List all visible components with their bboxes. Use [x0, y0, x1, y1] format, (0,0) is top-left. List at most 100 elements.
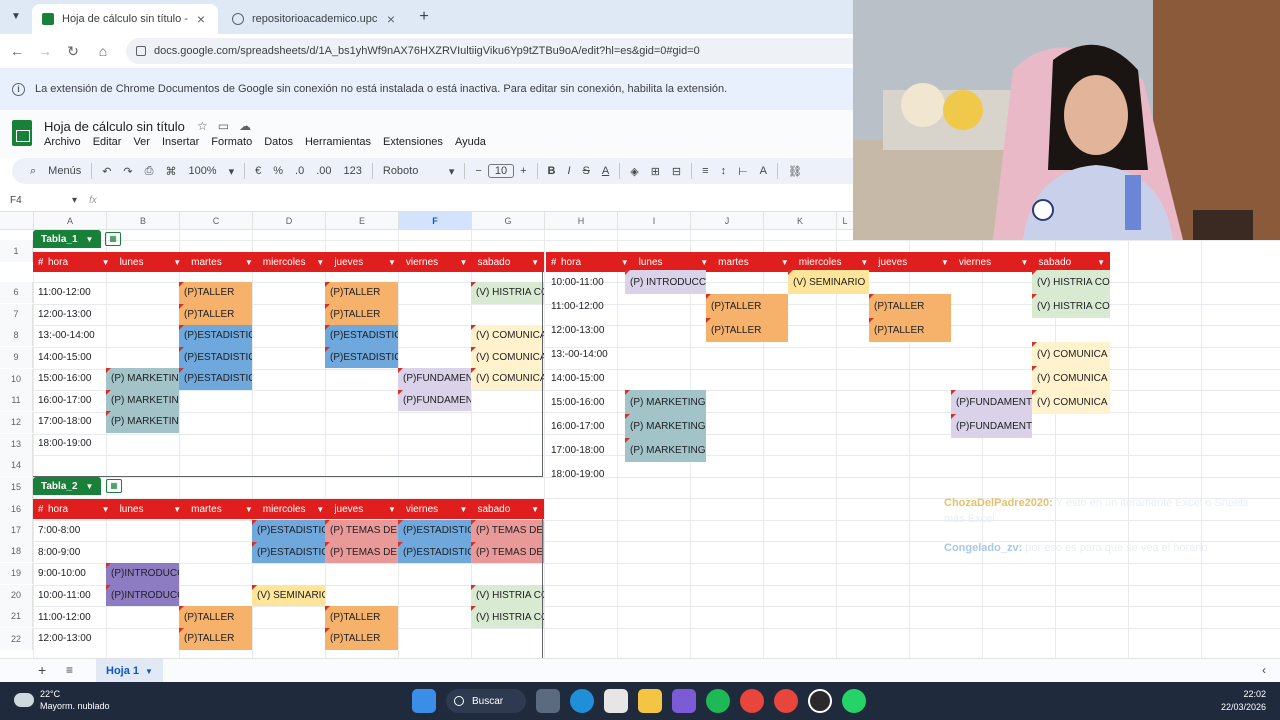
table-header-jueves[interactable]: jueves ▼: [329, 252, 401, 272]
print-icon[interactable]: ⎙: [139, 165, 160, 178]
chevron-down-icon[interactable]: ▼: [173, 505, 181, 514]
row-header[interactable]: 17: [0, 520, 33, 541]
decrease-font-size-icon[interactable]: −: [469, 165, 487, 177]
table-header-hora[interactable]: hora ▼: [556, 252, 634, 272]
chevron-down-icon[interactable]: ▼: [1020, 258, 1028, 267]
table-header-martes[interactable]: martes ▼: [713, 252, 794, 272]
chevron-down-icon[interactable]: ▼: [173, 258, 181, 267]
vertical-align-icon[interactable]: ↕: [715, 165, 733, 177]
row-header[interactable]: 1: [0, 240, 33, 262]
sheet-tab-hoja-1[interactable]: Hoja 1 ▼: [96, 659, 163, 683]
column-header-e[interactable]: E: [325, 212, 398, 230]
time-slot-cell[interactable]: 18:00-19:00: [546, 462, 619, 486]
chevron-down-icon[interactable]: ▼: [460, 258, 468, 267]
menu-formato[interactable]: Formato: [211, 136, 252, 148]
whatsapp-icon[interactable]: [842, 689, 866, 713]
text-rotation-icon[interactable]: A: [754, 165, 773, 177]
back-arrow-icon[interactable]: ←: [8, 42, 26, 60]
menu-datos[interactable]: Datos: [264, 136, 293, 148]
close-icon[interactable]: ×: [194, 11, 208, 27]
column-header-f[interactable]: F: [398, 212, 471, 230]
row-header[interactable]: 13: [0, 434, 33, 455]
time-slot-cell[interactable]: 11:00-12:00: [546, 294, 619, 318]
all-sheets-list-icon[interactable]: ≡: [66, 663, 73, 677]
row-header[interactable]: 20: [0, 585, 33, 606]
document-title[interactable]: Hoja de cálculo sin título: [44, 119, 185, 134]
name-box[interactable]: F4: [0, 195, 72, 206]
table-header-miercoles[interactable]: miercoles ▼: [258, 252, 330, 272]
tab-search-chevron-icon[interactable]: ▼: [8, 9, 24, 25]
home-icon[interactable]: ⌂: [94, 42, 112, 60]
row-header[interactable]: 11: [0, 390, 33, 411]
table-header-lunes[interactable]: lunes ▼: [115, 499, 187, 519]
time-slot-cell[interactable]: 16:00-17:00: [546, 414, 619, 438]
chevron-down-icon[interactable]: ▼: [860, 258, 868, 267]
time-slot-cell[interactable]: 14:00-15:00: [546, 366, 619, 390]
row-header[interactable]: 9: [0, 347, 33, 368]
row-header[interactable]: 7: [0, 304, 33, 325]
column-header-h[interactable]: H: [544, 212, 617, 230]
horizontal-align-icon[interactable]: ≡: [696, 165, 714, 177]
menu-insertar[interactable]: Insertar: [162, 136, 199, 148]
time-slot-cell[interactable]: 17:00-18:00: [546, 438, 619, 462]
chevron-down-icon[interactable]: ▼: [388, 258, 396, 267]
obs-icon[interactable]: [808, 689, 832, 713]
table-summary-icon[interactable]: ▦: [105, 232, 121, 246]
row-header[interactable]: 16: [0, 498, 33, 520]
spreadsheet-grid[interactable]: ABCDEFGHIJKL 1 6 7 8 9 10 11 12 13 14 15 16 17 18 19 20…: [0, 212, 1280, 658]
bold-icon[interactable]: B: [542, 165, 562, 177]
italic-icon[interactable]: I: [561, 165, 576, 177]
text-color-icon[interactable]: A: [596, 165, 615, 177]
percent-format-button[interactable]: %: [267, 165, 289, 177]
row-header[interactable]: 12: [0, 412, 33, 433]
borders-icon[interactable]: ⊞: [645, 165, 666, 178]
chevron-down-icon[interactable]: ▼: [86, 482, 94, 491]
fill-color-icon[interactable]: ◈: [624, 165, 644, 178]
browser-tab-sheets[interactable]: Hoja de cálculo sin título - Hoja ×: [32, 4, 218, 34]
course-cell[interactable]: (V) HISTRIA CO: [1032, 294, 1110, 318]
course-cell[interactable]: (V) SEMINARIO: [788, 270, 869, 294]
browser-tab-repositorio[interactable]: repositorioacademico.upc.edu. ×: [222, 4, 408, 34]
chevron-down-icon[interactable]: ▼: [700, 258, 708, 267]
course-cell[interactable]: (P) MARKETING: [625, 390, 706, 414]
font-size-input[interactable]: 10: [487, 164, 515, 178]
time-slot-cell[interactable]: 13:-00-14:00: [546, 342, 619, 366]
chevron-left-icon[interactable]: ‹: [1262, 663, 1266, 677]
row-header[interactable]: 10: [0, 369, 33, 390]
table-header-viernes[interactable]: viernes ▼: [401, 499, 473, 519]
table-header-hora[interactable]: hora ▼: [43, 499, 115, 519]
course-cell[interactable]: (P)TALLER: [869, 294, 951, 318]
menu-herramientas[interactable]: Herramientas: [305, 136, 371, 148]
table-header-viernes[interactable]: viernes ▼: [954, 252, 1034, 272]
course-cell[interactable]: (V) COMUNICA: [1032, 366, 1110, 390]
course-cell[interactable]: (P)FUNDAMENT: [951, 414, 1032, 438]
table-header-index[interactable]: #: [33, 252, 43, 272]
number-format-button[interactable]: 123: [338, 165, 368, 177]
table-header-martes[interactable]: martes ▼: [186, 499, 258, 519]
course-cell[interactable]: (P)FUNDAMENT: [951, 390, 1032, 414]
search-menus-icon[interactable]: ⌕: [24, 165, 42, 178]
column-header-g[interactable]: G: [471, 212, 544, 230]
chevron-down-icon[interactable]: ▼: [531, 505, 539, 514]
decrease-decimal-button[interactable]: .0: [289, 165, 310, 177]
chevron-down-icon[interactable]: ▾: [443, 165, 461, 178]
column-header-j[interactable]: J: [690, 212, 763, 230]
edge-browser-icon[interactable]: [570, 689, 594, 713]
course-cell[interactable]: (V) HISTRIA CO: [1032, 270, 1110, 294]
redo-icon[interactable]: ↷: [117, 165, 138, 178]
font-select[interactable]: Roboto: [377, 165, 443, 177]
row-header[interactable]: 6: [0, 282, 33, 303]
table-header-miercoles[interactable]: miercoles ▼: [258, 499, 330, 519]
chevron-down-icon[interactable]: ▼: [102, 258, 110, 267]
chrome-active-icon[interactable]: [774, 689, 798, 713]
text-wrap-icon[interactable]: ⊢: [732, 165, 754, 178]
column-header-a[interactable]: A: [33, 212, 106, 230]
cloud-status-icon[interactable]: ☁: [239, 119, 251, 133]
column-header-i[interactable]: I: [617, 212, 690, 230]
currency-format-button[interactable]: €: [249, 165, 267, 177]
chevron-down-icon[interactable]: ▾: [223, 165, 241, 178]
table-header-index[interactable]: #: [33, 499, 43, 519]
time-slot-cell[interactable]: 15:00-16:00: [546, 390, 619, 414]
time-slot-cell[interactable]: 10:00-11:00: [546, 270, 619, 294]
paint-format-icon[interactable]: ⌘: [159, 165, 182, 178]
